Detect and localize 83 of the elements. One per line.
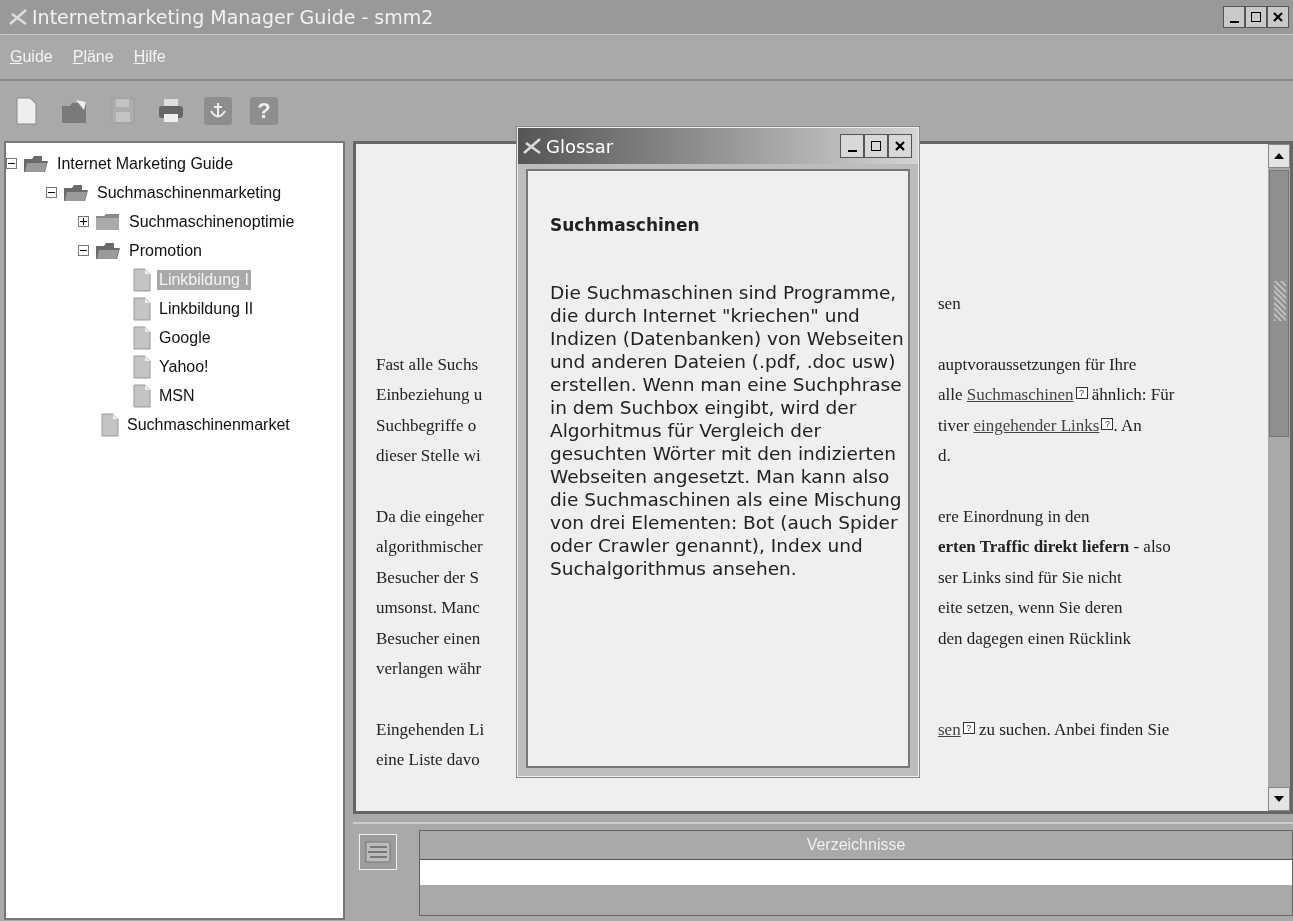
glossary-link[interactable]: sen [938,719,961,739]
paragraph-text: umsonst. Manc [376,597,480,619]
tree-item[interactable]: MSN [157,385,197,406]
tree-toggle[interactable] [78,245,89,256]
glossary-text: Die Suchmaschinen sind Programme, die durch Internet "kriechen" und Indizen (Datenbanken) von Webseiten und anderen Dateien (.pdf, .doc usw) erstellen. Wenn man eine Suchphrase in dem Suchbox eingibt, wird der Algorhitmus für Vergleich der gesuchten Wörter mit den indizierten Webseiten angesetzt. Man kann also die Suchmaschinen als eine Mischung von drei Elementen: Bot (auch Spider oder Crawler genannt), Index und Suchalgorithmus ansehen. [550,281,905,580]
close-icon [1272,11,1284,23]
scroll-thumb[interactable] [1269,170,1289,437]
paragraph-text: Da die eingeher [376,505,484,528]
paragraph-text: erten Traffic direkt liefern - also [938,536,1171,558]
folder-icon [95,211,121,232]
paragraph-text: d. [938,445,951,467]
close-icon [894,140,906,152]
paragraph-text: tiver eingehender Links ? . An [938,414,1142,437]
paragraph-text: verlangen währ [376,658,482,680]
close-button[interactable] [888,134,912,158]
paragraph-text: Einbeziehung u [376,384,483,406]
document-icon [101,412,119,437]
anchor-button[interactable] [204,97,232,125]
window-title: Internetmarketing Manager Guide - smm2 [32,6,434,28]
scrollbar[interactable] [1268,144,1290,812]
paragraph-text: algorithmischer [376,536,483,558]
paragraph-text: sen [938,293,961,315]
minimize-button[interactable] [840,134,864,158]
tree-item[interactable]: Yahoo! [157,356,211,377]
minus-icon [8,160,15,167]
help-mark[interactable]: ? [1101,417,1114,430]
minimize-button[interactable] [1223,6,1245,28]
close-button[interactable] [1267,6,1289,28]
plus-icon [80,218,87,225]
scroll-down-button[interactable] [1268,787,1290,812]
paragraph-text: ser Links sind für Sie nicht [938,566,1122,589]
glossary-link[interactable]: eingehender Links [973,415,1100,435]
document-icon [133,296,151,321]
minimize-icon [847,150,857,152]
maximize-button[interactable] [864,134,888,158]
app-logo-icon [8,8,28,26]
help-mark[interactable]: ? [1075,387,1088,399]
paragraph-text: dieser Stelle wi [376,445,481,467]
tree-item[interactable]: Suchmaschinenoptimie [127,211,297,232]
tree-item[interactable]: Internet Marketing Guide [55,153,236,174]
paragraph-text: Fast alle Suchs [376,353,478,376]
open-folder-icon [23,153,49,174]
paragraph-text: auptvoraussetzungen für Ihre [938,353,1137,376]
document-icon [133,383,151,408]
glossary-heading: Suchmaschinen [550,215,701,235]
up-arrow-icon [1274,153,1284,159]
minus-icon [80,247,87,254]
tree-toggle[interactable] [46,187,57,198]
maximize-icon [870,140,882,152]
tree-item[interactable]: Suchmaschinenmarket [125,414,292,435]
paragraph-text: Besucher der S [376,566,479,589]
tree-toggle[interactable] [6,158,17,169]
tree-item[interactable]: Google [157,327,213,348]
scroll-up-button[interactable] [1268,144,1290,168]
list-icon [365,841,391,864]
paragraph-text: ere Einordnung in den [938,505,1090,528]
document-icon [133,325,151,350]
document-icon [133,267,151,292]
tree-item[interactable]: Linkbildung II [157,298,256,319]
document-icon [133,354,151,379]
paragraph-text: Suchbegriffe o [376,414,477,437]
paragraph-text: den dagegen einen Rücklink [938,627,1132,650]
list-toggle-button[interactable] [359,834,397,871]
tree-item[interactable]: Suchmaschinenmarketing [95,182,284,203]
open-folder-icon [95,240,121,261]
minimize-icon [1229,21,1239,23]
app-logo-icon [522,137,542,155]
tree-toggle[interactable] [78,216,89,227]
paragraph-text: Besucher einen [376,627,481,650]
paragraph-text: Eingehenden Li [376,718,485,741]
paragraph-text: alle Suchmaschinen ? ähnlich: Für [938,384,1175,406]
down-arrow-icon [1274,796,1284,803]
maximize-icon [1250,11,1262,23]
minus-icon [48,189,55,196]
help-mark[interactable]: ? [962,721,975,734]
open-folder-icon [63,182,89,203]
paragraph-text: eine Liste davo [376,749,480,771]
maximize-button[interactable] [1245,6,1267,28]
paragraph-text: sen ? zu suchen. Anbei finden Sie [938,718,1170,741]
tree-item[interactable]: Promotion [127,240,204,261]
glossary-link[interactable]: Suchmaschinen [966,385,1074,404]
paragraph-text: eite setzen, wenn Sie deren [938,597,1123,619]
glossary-title: Glossar [546,135,614,157]
